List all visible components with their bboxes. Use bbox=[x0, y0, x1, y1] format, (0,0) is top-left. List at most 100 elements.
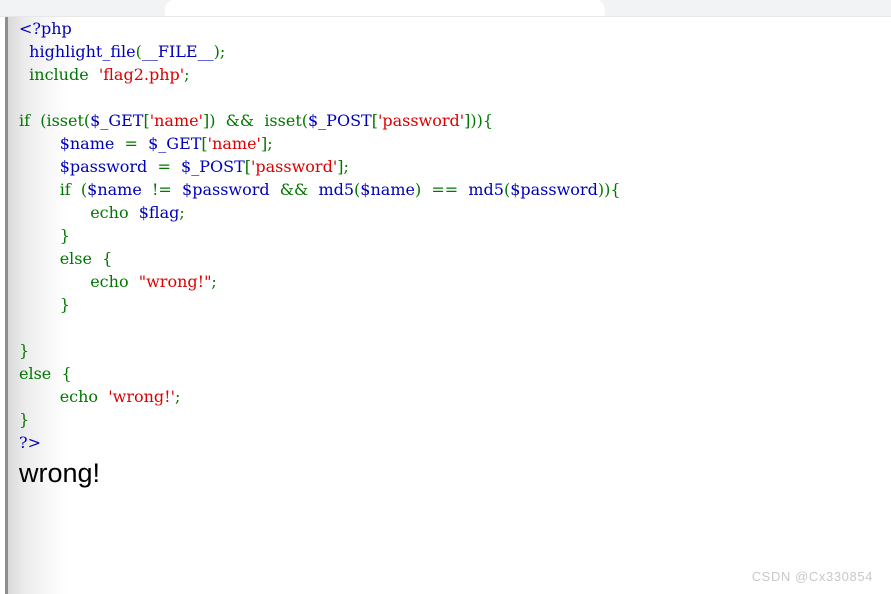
code-token: = bbox=[157, 157, 171, 176]
code-token: == bbox=[431, 180, 459, 199]
page-viewport: <?php highlight_file(__FILE__); include … bbox=[0, 17, 891, 594]
browser-tab[interactable] bbox=[165, 0, 605, 17]
code-line: echo "wrong!"; bbox=[0, 270, 891, 293]
code-line: <?php bbox=[0, 17, 891, 40]
code-token: 'wrong!' bbox=[108, 387, 175, 406]
code-token: ; bbox=[184, 65, 190, 84]
code-token: isset bbox=[46, 111, 84, 130]
code-token: $flag bbox=[138, 203, 180, 222]
code-token: = bbox=[124, 134, 138, 153]
code-line: } bbox=[0, 408, 891, 431]
code-token: echo bbox=[90, 203, 129, 222]
php-script-output: wrong! bbox=[19, 458, 101, 488]
code-token: echo bbox=[90, 272, 129, 291]
code-token: $_POST bbox=[308, 111, 372, 130]
code-token: ; bbox=[179, 203, 185, 222]
code-token: ; bbox=[267, 134, 273, 153]
code-token: } bbox=[59, 226, 70, 245]
code-token: { bbox=[91, 249, 113, 268]
code-token: { bbox=[51, 364, 72, 383]
code-token: ])) bbox=[464, 111, 483, 130]
code-line: include 'flag2.php'; bbox=[0, 63, 891, 86]
code-token: $password bbox=[510, 180, 598, 199]
code-token: $name bbox=[59, 134, 115, 153]
code-token: ?> bbox=[19, 433, 41, 452]
code-token: 'flag2.php' bbox=[98, 65, 185, 84]
code-token: $_POST bbox=[181, 157, 245, 176]
code-line: } bbox=[0, 293, 891, 316]
code-token: else bbox=[19, 364, 52, 383]
code-token: 'name' bbox=[207, 134, 261, 153]
code-token: md5 bbox=[318, 180, 355, 199]
code-line: } bbox=[0, 339, 891, 362]
code-token: { bbox=[610, 180, 621, 199]
code-line: else { bbox=[0, 247, 891, 270]
code-token: } bbox=[59, 295, 70, 314]
code-token: isset bbox=[264, 111, 302, 130]
code-token: "wrong!" bbox=[138, 272, 212, 291]
code-token: <?php bbox=[19, 19, 72, 38]
code-line: if (isset($_GET['name']) && isset($_POST… bbox=[0, 109, 891, 132]
code-token: echo bbox=[59, 387, 99, 406]
code-token: $name bbox=[360, 180, 415, 199]
code-token: ; bbox=[174, 387, 181, 406]
code-token: ; bbox=[211, 272, 217, 291]
code-token: ( bbox=[30, 111, 47, 130]
php-source-code-block: <?php highlight_file(__FILE__); include … bbox=[0, 17, 891, 454]
csdn-watermark: CSDN @Cx330854 bbox=[751, 569, 873, 584]
code-token: 'name' bbox=[149, 111, 203, 130]
code-line: highlight_file(__FILE__); bbox=[0, 40, 891, 63]
code-token: ; bbox=[219, 42, 226, 61]
code-token: 'password' bbox=[251, 157, 338, 176]
code-token: __FILE__ bbox=[141, 42, 214, 61]
code-line: $name = $_GET['name']; bbox=[0, 132, 891, 155]
code-token: { bbox=[482, 111, 494, 130]
code-line: echo $flag; bbox=[0, 201, 891, 224]
code-token: != bbox=[152, 180, 172, 199]
code-line: ?> bbox=[0, 431, 891, 454]
code-line: } bbox=[0, 224, 891, 247]
code-token: && bbox=[225, 111, 255, 130]
code-token: else bbox=[59, 249, 92, 268]
code-token: $name bbox=[87, 180, 142, 199]
code-token: $_GET bbox=[148, 134, 202, 153]
code-token: $_GET bbox=[90, 111, 144, 130]
code-token: )) bbox=[597, 180, 611, 199]
code-line: else { bbox=[0, 362, 891, 385]
code-token: 'password' bbox=[377, 111, 465, 130]
code-line: if ($name != $password && md5($name) == … bbox=[0, 178, 891, 201]
code-token: $password bbox=[59, 157, 148, 176]
code-token: && bbox=[279, 180, 309, 199]
code-token: } bbox=[19, 410, 30, 429]
code-token: ( bbox=[70, 180, 88, 199]
code-token: } bbox=[19, 341, 30, 360]
code-token: if bbox=[19, 111, 31, 130]
code-token: md5 bbox=[468, 180, 504, 199]
